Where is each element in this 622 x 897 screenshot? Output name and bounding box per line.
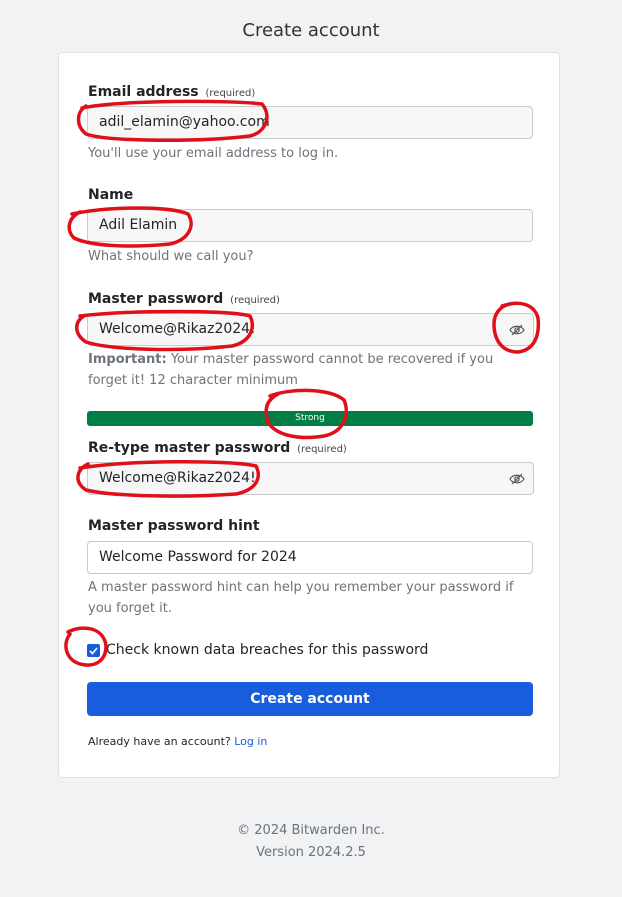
breach-check-checkbox[interactable] — [87, 644, 100, 657]
footer-version: Version 2024.2.5 — [256, 845, 366, 860]
master-password-label-text: Master password — [88, 291, 224, 307]
master-password-label: Master password (required) — [88, 291, 280, 307]
password-hint-field[interactable]: Welcome Password for 2024 — [87, 541, 533, 574]
retype-password-required-tag: (required) — [297, 444, 347, 455]
checkmark-icon — [89, 646, 98, 655]
email-label-text: Email address — [88, 84, 199, 100]
retype-password-field[interactable]: Welcome@Rikaz2024! — [87, 462, 502, 495]
login-prompt-text: Already have an account? — [88, 735, 231, 748]
password-hint-help: A master password hint can help you reme… — [88, 580, 514, 616]
master-password-hint: Important: Your master password cannot b… — [88, 349, 536, 391]
create-account-button[interactable]: Create account — [87, 682, 533, 716]
password-strength-meter: Strong — [87, 411, 533, 426]
name-hint: What should we call you? — [88, 249, 254, 264]
email-label: Email address (required) — [88, 84, 255, 100]
master-password-important: Important: — [88, 352, 167, 367]
email-hint: You'll use your email address to log in. — [88, 146, 339, 161]
name-label: Name — [88, 187, 134, 203]
login-prompt: Already have an account? Log in — [88, 735, 267, 748]
eye-slash-icon — [509, 473, 525, 484]
page-title: Create account — [242, 20, 380, 41]
name-field[interactable]: Adil Elamin — [87, 209, 533, 242]
master-password-required-tag: (required) — [230, 295, 280, 306]
breach-check-label[interactable]: Check known data breaches for this passw… — [106, 642, 428, 658]
login-link[interactable]: Log in — [234, 735, 267, 748]
password-hint-label: Master password hint — [88, 518, 260, 534]
footer-copyright: © 2024 Bitwarden Inc. — [237, 823, 385, 838]
retype-password-label-text: Re-type master password — [88, 440, 291, 456]
email-required-tag: (required) — [205, 88, 256, 99]
create-account-form: Email address (required) adil_elamin@yah… — [58, 52, 560, 778]
toggle-retype-visibility-button[interactable] — [501, 462, 534, 495]
password-strength-fill: Strong — [87, 411, 533, 426]
eye-slash-icon — [509, 324, 525, 335]
email-field[interactable]: adil_elamin@yahoo.com — [87, 106, 533, 139]
master-password-field[interactable]: Welcome@Rikaz2024! — [87, 313, 502, 346]
toggle-password-visibility-button[interactable] — [501, 313, 534, 346]
retype-password-label: Re-type master password (required) — [88, 440, 347, 456]
